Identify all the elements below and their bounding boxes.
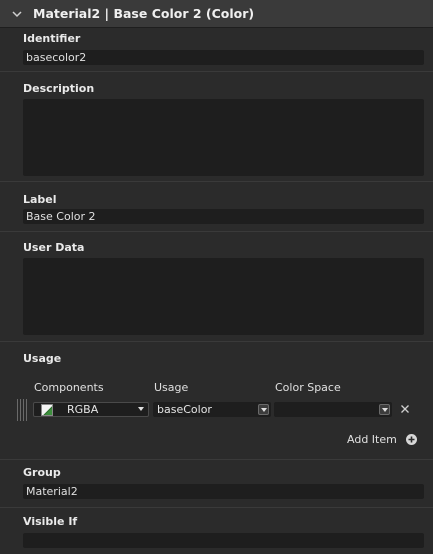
components-value: RGBA bbox=[67, 403, 99, 416]
description-section: Description bbox=[0, 72, 433, 182]
components-dropdown-arrow-icon bbox=[138, 407, 144, 411]
visible-if-section: Visible If bbox=[0, 508, 433, 554]
label-label: Label bbox=[23, 193, 57, 206]
label-field[interactable]: Base Color 2 bbox=[23, 209, 424, 224]
panel-title: Material2 | Base Color 2 (Color) bbox=[33, 6, 255, 21]
user-data-field[interactable] bbox=[23, 258, 424, 335]
remove-row-close-icon[interactable] bbox=[400, 404, 410, 414]
color-space-dropdown-arrow-icon[interactable] bbox=[379, 404, 390, 415]
identifier-label: Identifier bbox=[23, 32, 81, 45]
color-space-dropdown[interactable] bbox=[274, 402, 392, 417]
panel-header[interactable]: Material2 | Base Color 2 (Color) bbox=[0, 0, 433, 28]
usage-dropdown-arrow-icon[interactable] bbox=[258, 404, 269, 415]
color-space-column-header: Color Space bbox=[275, 381, 341, 394]
group-field[interactable]: Material2 bbox=[23, 484, 424, 499]
user-data-label: User Data bbox=[23, 241, 85, 254]
components-dropdown[interactable]: RGBA bbox=[33, 402, 149, 417]
visible-if-label: Visible If bbox=[23, 515, 78, 528]
usage-label: Usage bbox=[23, 352, 62, 365]
row-drag-handle[interactable] bbox=[16, 399, 28, 421]
rgba-swatch-icon bbox=[41, 403, 53, 416]
chevron-down-icon[interactable] bbox=[12, 9, 22, 19]
usage-column-header: Usage bbox=[154, 381, 189, 394]
usage-dropdown[interactable]: baseColor bbox=[153, 402, 271, 417]
identifier-field[interactable]: basecolor2 bbox=[23, 50, 424, 65]
add-item-button[interactable]: Add Item bbox=[347, 432, 417, 446]
label-section: Label Base Color 2 bbox=[0, 182, 433, 232]
usage-value: baseColor bbox=[157, 403, 212, 416]
identifier-section: Identifier basecolor2 bbox=[0, 28, 433, 72]
add-item-label: Add Item bbox=[347, 432, 397, 446]
group-label: Group bbox=[23, 466, 61, 479]
user-data-section: User Data bbox=[0, 232, 433, 342]
visible-if-field[interactable] bbox=[23, 533, 424, 548]
group-section: Group Material2 bbox=[0, 460, 433, 508]
add-circle-icon bbox=[405, 433, 417, 445]
description-field[interactable] bbox=[23, 99, 424, 176]
components-column-header: Components bbox=[34, 381, 104, 394]
description-label: Description bbox=[23, 82, 95, 95]
